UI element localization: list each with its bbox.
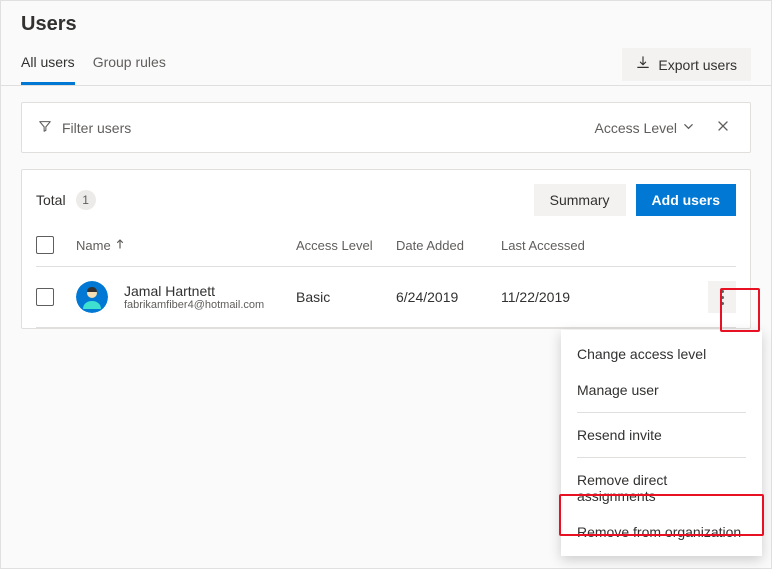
user-name: Jamal Hartnett	[124, 283, 264, 299]
card-toolbar: Total 1 Summary Add users	[36, 184, 736, 226]
download-icon	[636, 56, 650, 73]
column-header-last-accessed[interactable]: Last Accessed	[501, 238, 621, 253]
table-row[interactable]: Jamal Hartnett fabrikamfiber4@hotmail.co…	[36, 267, 736, 328]
tab-all-users[interactable]: All users	[21, 44, 75, 85]
menu-resend-invite[interactable]: Resend invite	[561, 417, 762, 453]
table-header: Name Access Level Date Added Last Access…	[36, 226, 736, 267]
users-card: Total 1 Summary Add users Name Access Le…	[21, 169, 751, 329]
tabs: All users Group rules	[21, 44, 166, 85]
column-header-access[interactable]: Access Level	[296, 238, 396, 253]
page-title: Users	[21, 13, 751, 36]
cell-last-accessed: 11/22/2019	[501, 289, 621, 305]
filter-placeholder: Filter users	[62, 120, 131, 136]
avatar	[76, 281, 108, 313]
menu-remove-from-organization[interactable]: Remove from organization	[561, 514, 762, 550]
add-users-button[interactable]: Add users	[636, 184, 736, 216]
dots-icon	[721, 290, 724, 293]
close-icon[interactable]	[712, 115, 734, 140]
filter-bar: Filter users Access Level	[21, 102, 751, 153]
access-level-label: Access Level	[595, 120, 677, 136]
select-all-checkbox[interactable]	[36, 236, 54, 254]
column-header-date-added[interactable]: Date Added	[396, 238, 501, 253]
menu-remove-direct-assignments[interactable]: Remove direct assignments	[561, 462, 762, 514]
cell-date-added: 6/24/2019	[396, 289, 501, 305]
context-menu: Change access level Manage user Resend i…	[561, 330, 762, 556]
summary-button[interactable]: Summary	[534, 184, 626, 216]
more-actions-button[interactable]	[708, 281, 736, 313]
row-checkbox[interactable]	[36, 288, 54, 306]
user-email: fabrikamfiber4@hotmail.com	[124, 299, 264, 311]
menu-change-access-level[interactable]: Change access level	[561, 336, 762, 372]
export-users-label: Export users	[658, 57, 737, 73]
filter-icon	[38, 119, 52, 136]
total-label: Total	[36, 192, 66, 208]
export-users-button[interactable]: Export users	[622, 48, 751, 81]
column-name-label: Name	[76, 238, 111, 253]
menu-manage-user[interactable]: Manage user	[561, 372, 762, 408]
menu-separator	[577, 457, 746, 458]
access-level-dropdown[interactable]: Access Level	[595, 120, 694, 136]
total-count-badge: 1	[76, 190, 96, 210]
chevron-down-icon	[683, 121, 694, 135]
cell-access-level: Basic	[296, 289, 396, 305]
column-header-name[interactable]: Name	[76, 238, 296, 253]
filter-input-wrap[interactable]: Filter users	[38, 119, 131, 136]
sort-asc-icon	[115, 239, 125, 252]
header-row: All users Group rules Export users	[1, 44, 771, 86]
menu-separator	[577, 412, 746, 413]
tab-group-rules[interactable]: Group rules	[93, 44, 166, 85]
